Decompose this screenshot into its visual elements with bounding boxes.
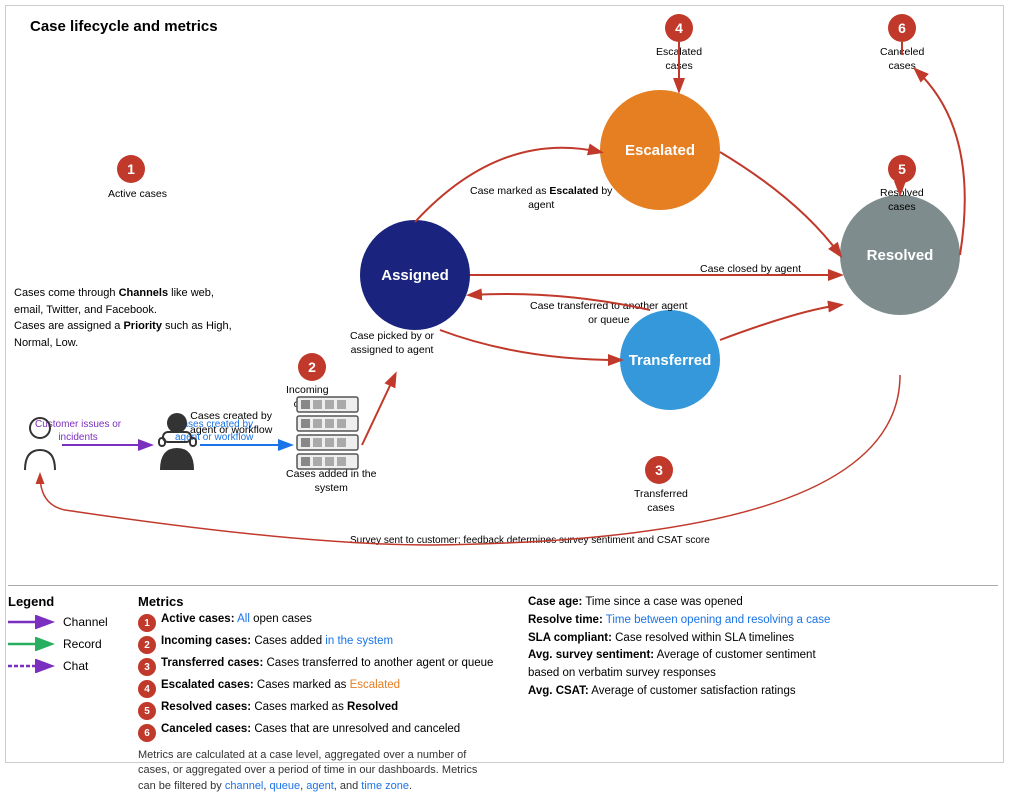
label-5: Resolvedcases [880, 187, 924, 214]
metric-num-4: 4 [138, 680, 156, 698]
right-metric-3: SLA compliant: Case resolved within SLA … [528, 630, 838, 648]
metric-item-4: 4 Escalated cases: Cases marked as Escal… [138, 679, 498, 698]
right-metrics: Case age: Time since a case was opened R… [528, 594, 838, 701]
legend-title: Legend [8, 594, 118, 609]
num-1: 1 [117, 155, 145, 183]
metric-num-3: 3 [138, 658, 156, 676]
num-6: 6 [888, 14, 916, 42]
page-title: Case lifecycle and metrics [30, 18, 218, 35]
record-arrow-icon [8, 637, 58, 651]
bottom-desc: Cases come through Channels like web, em… [14, 285, 244, 351]
legend-item-chat: Chat [8, 659, 118, 673]
metric-item-5: 5 Resolved cases: Cases marked as Resolv… [138, 701, 498, 720]
metrics-title: Metrics [138, 594, 498, 609]
num-5: 5 [888, 155, 916, 183]
customer-icon [20, 415, 60, 475]
num-3: 3 [645, 456, 673, 484]
label-1: Active cases [108, 188, 167, 202]
right-metric-4: Avg. survey sentiment: Average of custom… [528, 647, 838, 683]
label-4: Escalatedcases [656, 46, 702, 73]
legend-channel-label: Channel [63, 615, 108, 629]
metric-item-1: 1 Active cases: All open cases [138, 613, 498, 632]
right-metric-2: Resolve time: Time between opening and r… [528, 612, 838, 630]
label-3: Transferredcases [634, 488, 688, 515]
label-6: Canceledcases [880, 46, 924, 73]
num-2: 2 [298, 353, 326, 381]
annot-case-transferred: Case transferred to another agentor queu… [530, 300, 688, 327]
legend-chat-label: Chat [63, 659, 88, 673]
circle-assigned: Assigned [360, 220, 470, 330]
legend-item-record: Record [8, 637, 118, 651]
chat-arrow-icon [8, 659, 58, 673]
legend-item-channel: Channel [8, 615, 118, 629]
metric-num-1: 1 [138, 614, 156, 632]
metric-num-6: 6 [138, 724, 156, 742]
annot-case-picked: Case picked by orassigned to agent [350, 330, 434, 357]
annot-cases-added: Cases added in thesystem [286, 468, 376, 495]
right-metric-1: Case age: Time since a case was opened [528, 594, 838, 612]
legend-record-label: Record [63, 637, 102, 651]
legend-section: Legend Channel Record [8, 585, 998, 794]
annot-escalated-by-agent: Case marked as Escalated byagent [470, 185, 612, 212]
queue-icon [295, 395, 360, 470]
annot-case-closed: Case closed by agent [700, 263, 801, 277]
metric-num-2: 2 [138, 636, 156, 654]
agent-icon [155, 410, 200, 475]
metric-num-5: 5 [138, 702, 156, 720]
metric-item-2: 2 Incoming cases: Cases added in the sys… [138, 635, 498, 654]
metric-item-6: 6 Canceled cases: Cases that are unresol… [138, 723, 498, 742]
channel-arrow-icon [8, 615, 58, 629]
annot-survey: Survey sent to customer; feedback determ… [350, 534, 710, 547]
metrics-col: Metrics 1 Active cases: All open cases 2… [138, 594, 498, 794]
circle-escalated: Escalated [600, 90, 720, 210]
right-metric-5: Avg. CSAT: Average of customer satisfact… [528, 683, 838, 701]
num-4: 4 [665, 14, 693, 42]
metrics-note: Metrics are calculated at a case level, … [138, 748, 478, 794]
metric-item-3: 3 Transferred cases: Cases transferred t… [138, 657, 498, 676]
